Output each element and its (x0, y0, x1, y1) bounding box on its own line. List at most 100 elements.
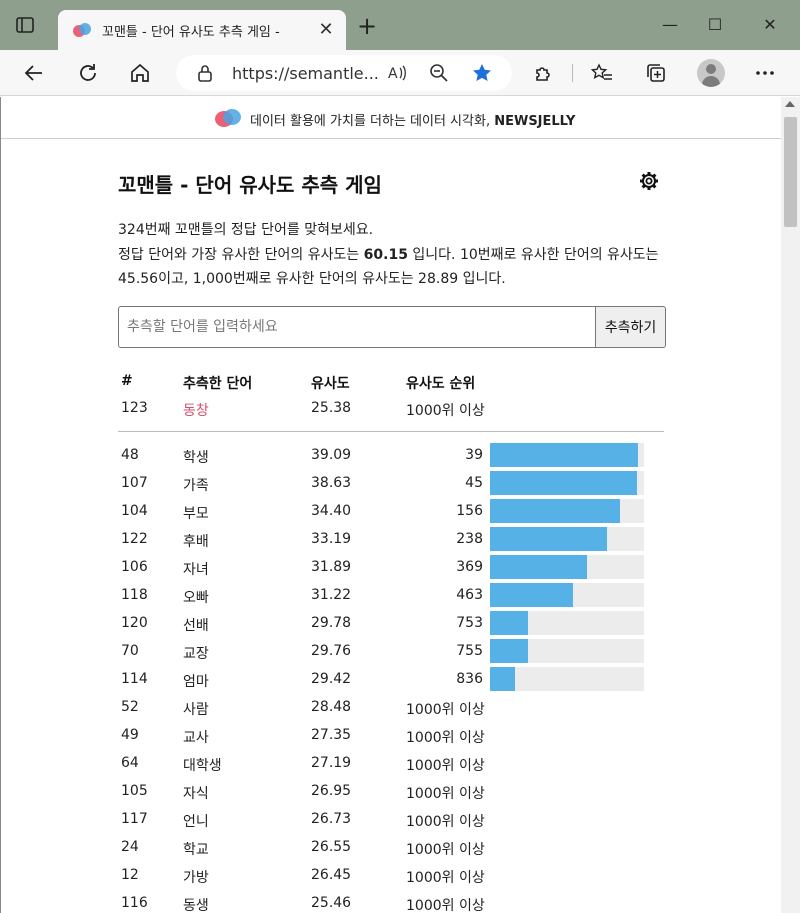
row-rank: 836 (456, 671, 483, 687)
row-similarity: 39.09 (311, 447, 352, 463)
rank-progress-fill (490, 471, 637, 495)
row-word: 동생 (183, 898, 209, 913)
row-rank: 369 (456, 559, 483, 575)
row-word: 엄마 (183, 674, 209, 690)
home-icon (131, 63, 149, 82)
row-num: 48 (121, 447, 139, 463)
more-menu-button[interactable] (750, 58, 780, 88)
favorite-star-icon[interactable] (471, 62, 493, 84)
collections-button[interactable] (641, 58, 671, 88)
latest-guess-similarity: 25.38 (311, 400, 352, 416)
settings-gear-icon[interactable] (639, 171, 659, 191)
row-word: 가방 (183, 870, 209, 886)
zoom-icon[interactable] (428, 62, 450, 84)
page-content: 데이터 활용에 가치를 더하는 데이터 시각화, NEWSJELLY 꼬맨틀 -… (0, 97, 781, 913)
row-word: 교장 (183, 646, 209, 662)
page-title: 꼬맨틀 - 단어 유사도 추측 게임 (118, 173, 382, 197)
row-num: 114 (121, 671, 148, 687)
row-rank: 1000위 이상 (406, 814, 485, 830)
row-similarity: 28.48 (311, 699, 352, 715)
guess-submit-button[interactable]: 추측하기 (595, 306, 666, 348)
row-rank: 238 (456, 531, 483, 547)
banner-text: 데이터 활용에 가치를 더하는 데이터 시각화, NEWSJELLY (250, 114, 576, 129)
rank-progress-fill (490, 639, 528, 663)
latest-guess-rank: 1000위 이상 (406, 403, 485, 419)
newsjelly-banner[interactable]: 데이터 활용에 가치를 더하는 데이터 시각화, NEWSJELLY (1, 97, 781, 139)
row-rank: 1000위 이상 (406, 870, 485, 886)
guess-input[interactable] (118, 306, 596, 348)
more-dots-icon (756, 71, 774, 75)
new-tab-button[interactable]: + (354, 14, 380, 40)
browser-tab-active[interactable]: 꼬맨틀 - 단어 유사도 추측 게임 - ✕ (58, 10, 346, 50)
row-word: 선배 (183, 618, 209, 634)
minimize-button[interactable]: — (655, 10, 685, 40)
desc-line-1: 324번째 꼬맨틀의 정답 단어를 맞혀보세요. (118, 222, 374, 238)
rank-progress-bar (490, 555, 644, 579)
row-word: 사람 (183, 702, 209, 718)
row-rank: 45 (465, 475, 483, 491)
col-header-word: 추측한 단어 (183, 376, 253, 392)
close-window-button[interactable]: ✕ (755, 10, 785, 40)
rank-progress-bar (490, 639, 644, 663)
favorites-list-icon (591, 63, 612, 80)
rank-progress-bar (490, 443, 644, 467)
avatar-body (702, 76, 720, 87)
row-similarity: 29.42 (311, 671, 352, 687)
scroll-thumb[interactable] (784, 117, 797, 227)
tab-close-icon[interactable]: ✕ (316, 20, 336, 40)
row-rank: 1000위 이상 (406, 758, 485, 774)
desc-line-3: 45.56이고, 1,000번째로 유사한 단어의 유사도는 28.89 입니다… (118, 271, 506, 287)
row-similarity: 29.76 (311, 643, 352, 659)
row-rank: 1000위 이상 (406, 898, 485, 913)
newsjelly-logo-icon (213, 107, 243, 129)
row-similarity: 33.19 (311, 531, 352, 547)
maximize-button[interactable]: ☐ (700, 10, 730, 40)
row-num: 52 (121, 699, 139, 715)
extensions-button[interactable] (528, 58, 558, 88)
row-word: 자식 (183, 786, 209, 802)
rank-progress-fill (490, 443, 638, 467)
back-button[interactable] (19, 58, 49, 88)
row-similarity: 25.46 (311, 895, 352, 911)
row-word: 학생 (183, 450, 209, 466)
row-num: 24 (121, 839, 139, 855)
address-url[interactable]: https://semantle... (232, 64, 379, 83)
rank-progress-fill (490, 499, 620, 523)
home-button[interactable] (125, 58, 155, 88)
banner-brand: NEWSJELLY (494, 114, 576, 129)
row-num: 117 (121, 811, 148, 827)
row-word: 후배 (183, 534, 209, 550)
page-scrollbar[interactable] (781, 97, 800, 913)
lock-icon[interactable] (196, 64, 214, 82)
row-rank: 1000위 이상 (406, 730, 485, 746)
newsjelly-favicon-icon (72, 22, 92, 38)
row-word: 학교 (183, 842, 209, 858)
latest-guess-num: 123 (121, 400, 148, 416)
row-similarity: 26.55 (311, 839, 352, 855)
browser-titlebar: 꼬맨틀 - 단어 유사도 추측 게임 - ✕ + — ☐ ✕ (0, 0, 800, 50)
rank-progress-bar (490, 471, 644, 495)
col-header-similarity: 유사도 (311, 376, 350, 392)
row-num: 104 (121, 503, 148, 519)
col-header-rank: 유사도 순위 (406, 376, 476, 392)
row-num: 116 (121, 895, 148, 911)
row-similarity: 34.40 (311, 503, 352, 519)
address-bar[interactable]: https://semantle... A (176, 55, 512, 91)
row-similarity: 38.63 (311, 475, 352, 491)
rank-progress-bar (490, 527, 644, 551)
favorites-button[interactable] (587, 58, 617, 88)
top-similarity-value: 60.15 (363, 247, 408, 263)
row-num: 118 (121, 587, 148, 603)
rank-progress-bar (490, 583, 644, 607)
tab-actions-icon[interactable] (14, 14, 36, 36)
profile-avatar[interactable] (697, 59, 725, 87)
refresh-button[interactable] (73, 58, 103, 88)
avatar-head (706, 64, 716, 74)
row-similarity: 26.95 (311, 783, 352, 799)
rank-progress-fill (490, 527, 607, 551)
browser-toolbar: https://semantle... A (0, 50, 800, 96)
read-aloud-icon[interactable]: A (386, 62, 408, 84)
row-num: 105 (121, 783, 148, 799)
scroll-up-arrow-icon[interactable] (785, 101, 795, 107)
puzzle-icon (536, 67, 550, 81)
